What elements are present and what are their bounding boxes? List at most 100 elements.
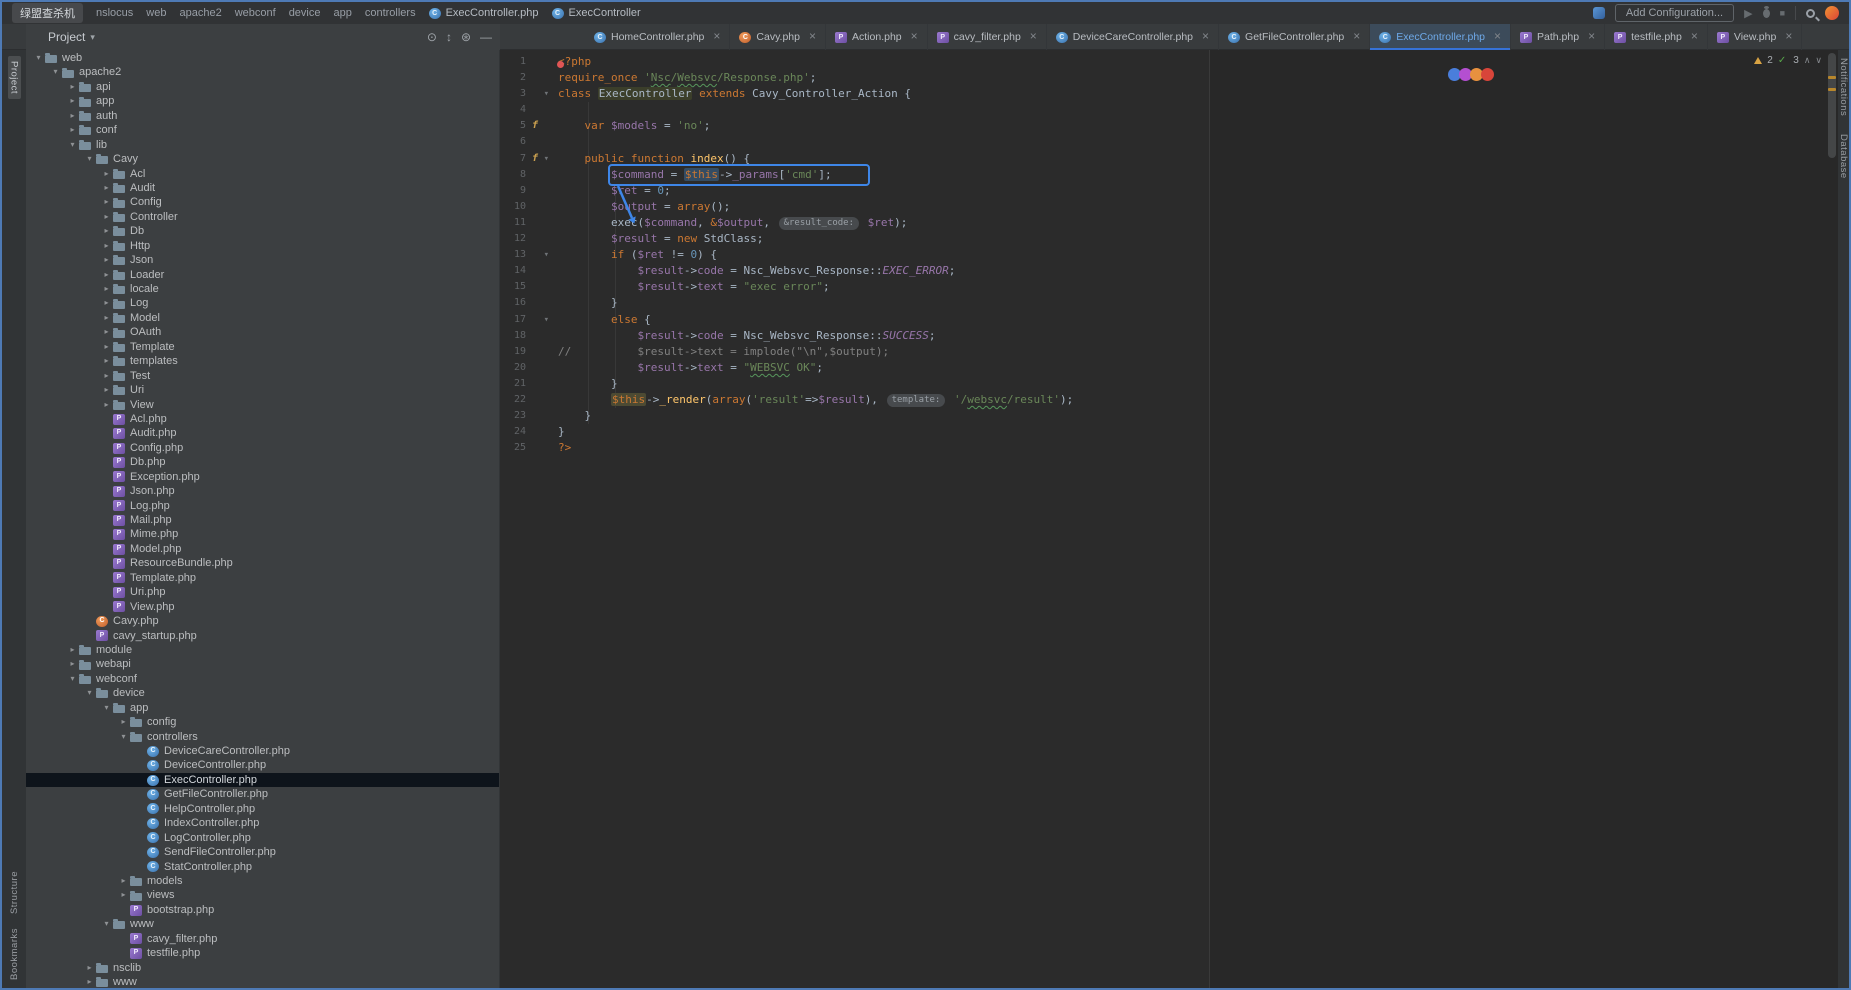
tool-window-button-bookmarks[interactable]: Bookmarks: [9, 928, 20, 980]
debug-icon[interactable]: [1763, 9, 1770, 18]
add-configuration-button[interactable]: Add Configuration...: [1615, 4, 1734, 22]
code-line[interactable]: 3class ExecController extends Cavy_Contr…: [500, 86, 1838, 102]
tree-item[interactable]: ▸Loader: [26, 268, 499, 282]
code-editor[interactable]: 1<?php2require_once 'Nsc/Websvc/Response…: [500, 50, 1838, 988]
tree-item[interactable]: CDeviceController.php: [26, 758, 499, 772]
gutter-strip[interactable]: [530, 134, 552, 150]
tree-item[interactable]: ▸Uri: [26, 383, 499, 397]
tree-item[interactable]: ▸nsclib: [26, 961, 499, 975]
warning-stripe-mark[interactable]: [1828, 88, 1836, 91]
chevron-right-icon[interactable]: ▸: [100, 282, 113, 296]
tree-item[interactable]: ▸Json: [26, 253, 499, 267]
code-line[interactable]: 17 else {: [500, 312, 1838, 328]
tree-item[interactable]: PLog.php: [26, 499, 499, 513]
chevron-down-icon[interactable]: ▾: [100, 701, 113, 715]
gutter-strip[interactable]: [530, 167, 552, 183]
search-icon[interactable]: [1806, 9, 1815, 18]
project-name-badge[interactable]: 绿盟查杀机: [12, 3, 83, 23]
code-line[interactable]: 22 $this->_render(array('result'=>$resul…: [500, 392, 1838, 408]
tree-item[interactable]: PModel.php: [26, 542, 499, 556]
warning-stripe-mark[interactable]: [1828, 76, 1836, 79]
locate-icon[interactable]: ⊙: [427, 30, 437, 44]
tab-close-icon[interactable]: [1030, 31, 1037, 43]
editor-tab[interactable]: CHomeController.php: [585, 24, 730, 50]
tree-item[interactable]: CSendFileController.php: [26, 845, 499, 859]
tree-item[interactable]: ▾app: [26, 701, 499, 715]
tree-item[interactable]: PMail.php: [26, 513, 499, 527]
code-line[interactable]: 13 if ($ret != 0) {: [500, 247, 1838, 263]
tree-item[interactable]: ▸app: [26, 94, 499, 108]
tab-close-icon[interactable]: [1353, 31, 1360, 43]
tab-close-icon[interactable]: [1494, 31, 1501, 43]
chevron-down-icon[interactable]: ∨: [1815, 55, 1822, 66]
tree-item[interactable]: ▸Template: [26, 340, 499, 354]
editor-scrollbar[interactable]: [1828, 53, 1836, 158]
breadcrumb-item[interactable]: web: [146, 7, 166, 19]
chevron-down-icon[interactable]: ▾: [49, 65, 62, 79]
tree-item[interactable]: ▾controllers: [26, 730, 499, 744]
chevron-right-icon[interactable]: ▸: [100, 398, 113, 412]
editor-tab[interactable]: PAction.php: [826, 24, 928, 50]
gutter-strip[interactable]: [530, 199, 552, 215]
tree-item[interactable]: ▾webconf: [26, 672, 499, 686]
tree-item[interactable]: CIndexController.php: [26, 816, 499, 830]
tree-item[interactable]: PResourceBundle.php: [26, 556, 499, 570]
tool-window-button-structure[interactable]: Structure: [9, 871, 20, 914]
chevron-right-icon[interactable]: ▸: [100, 195, 113, 209]
tree-item[interactable]: Ptestfile.php: [26, 946, 499, 960]
tree-item[interactable]: Pcavy_startup.php: [26, 629, 499, 643]
tree-item[interactable]: CStatController.php: [26, 860, 499, 874]
inspections-widget[interactable]: 2 3 ∧ ∨: [1754, 55, 1822, 66]
editor-tab[interactable]: CExecController.php: [1370, 24, 1511, 50]
breadcrumb-item[interactable]: device: [289, 7, 321, 19]
tab-close-icon[interactable]: [1785, 31, 1792, 43]
breadcrumb-class[interactable]: C ExecController: [552, 7, 641, 19]
chevron-right-icon[interactable]: ▸: [117, 888, 130, 902]
gutter-strip[interactable]: [530, 279, 552, 295]
chevron-right-icon[interactable]: ▸: [66, 657, 79, 671]
chevron-right-icon[interactable]: ▸: [100, 354, 113, 368]
project-tree[interactable]: ▾web▾apache2▸api▸app▸auth▸conf▾lib▾Cavy▸…: [26, 50, 500, 988]
tree-item[interactable]: PTemplate.php: [26, 571, 499, 585]
code-line[interactable]: 11 exec($command, &$output, &result_code…: [500, 215, 1838, 231]
editor-tab[interactable]: CGetFileController.php: [1219, 24, 1370, 50]
chevron-up-icon[interactable]: ∧: [1804, 55, 1811, 66]
tree-item[interactable]: PAudit.php: [26, 426, 499, 440]
chevron-right-icon[interactable]: ▸: [100, 383, 113, 397]
tab-close-icon[interactable]: [1691, 31, 1698, 43]
method-gutter-icon[interactable]: f: [532, 151, 538, 167]
gutter-strip[interactable]: f: [530, 118, 552, 134]
chevron-right-icon[interactable]: ▸: [83, 961, 96, 975]
gutter-strip[interactable]: [530, 344, 552, 360]
gutter-strip[interactable]: [530, 440, 552, 456]
gutter-strip[interactable]: [530, 247, 552, 263]
code-line[interactable]: 12 $result = new StdClass;: [500, 231, 1838, 247]
tree-item[interactable]: ▸locale: [26, 282, 499, 296]
chevron-right-icon[interactable]: ▸: [100, 296, 113, 310]
editor-tab[interactable]: CCavy.php: [730, 24, 826, 50]
tree-item[interactable]: ▾device: [26, 686, 499, 700]
chevron-right-icon[interactable]: ▸: [117, 715, 130, 729]
tree-item[interactable]: ▾lib: [26, 138, 499, 152]
tree-item[interactable]: ▸module: [26, 643, 499, 657]
tree-item[interactable]: ▾Cavy: [26, 152, 499, 166]
run-icon[interactable]: ▶: [1744, 7, 1752, 20]
chevron-right-icon[interactable]: ▸: [100, 268, 113, 282]
code-line[interactable]: 20 $result->text = "WEBSVC OK";: [500, 360, 1838, 376]
breadcrumb-item[interactable]: app: [333, 7, 351, 19]
chevron-right-icon[interactable]: ▸: [100, 340, 113, 354]
tree-item[interactable]: PMime.php: [26, 527, 499, 541]
avatar[interactable]: [1825, 6, 1839, 20]
code-line[interactable]: 16 }: [500, 295, 1838, 311]
chevron-right-icon[interactable]: ▸: [100, 224, 113, 238]
method-gutter-icon[interactable]: f: [532, 118, 538, 134]
tab-close-icon[interactable]: [1202, 31, 1209, 43]
breadcrumb-item[interactable]: controllers: [365, 7, 416, 19]
chevron-right-icon[interactable]: ▸: [66, 123, 79, 137]
tree-item[interactable]: PConfig.php: [26, 441, 499, 455]
tree-item[interactable]: PUri.php: [26, 585, 499, 599]
tree-item[interactable]: ▸Db: [26, 224, 499, 238]
tab-close-icon[interactable]: [809, 31, 816, 43]
tree-item[interactable]: ▸Controller: [26, 210, 499, 224]
tree-item[interactable]: ▸Audit: [26, 181, 499, 195]
